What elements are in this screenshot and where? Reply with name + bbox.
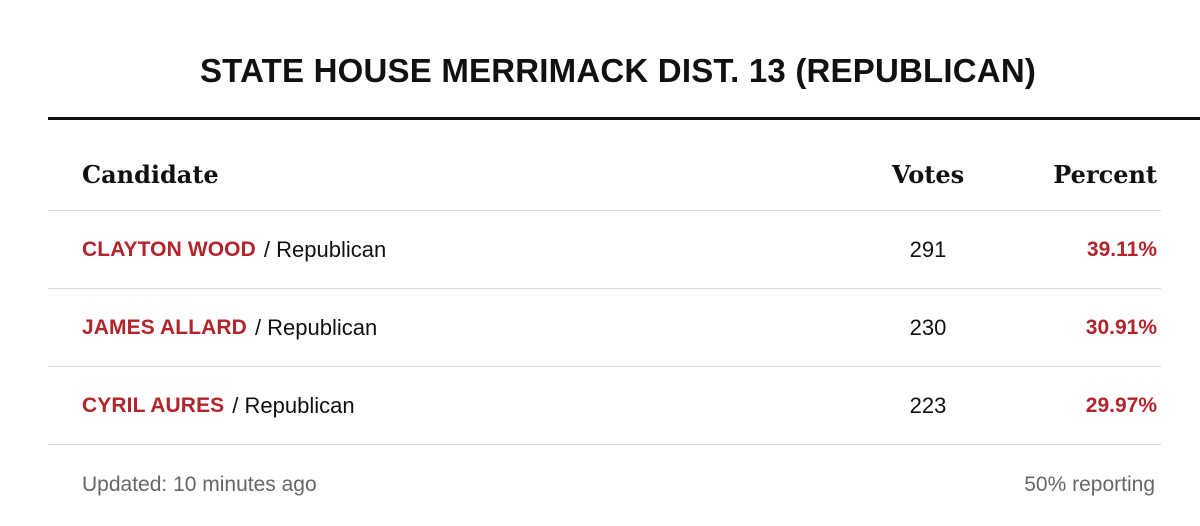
table-row: JAMES ALLARD / Republican 230 30.91% [48, 289, 1161, 367]
results-footer: Updated: 10 minutes ago 50% reporting [48, 473, 1155, 507]
vote-count: 291 [909, 236, 947, 262]
table-row: CYRIL AURES / Republican 223 29.97% [48, 367, 1161, 445]
percent-column-header: Percent [1053, 159, 1157, 189]
vote-count: 223 [909, 392, 947, 418]
table-header-row: Candidate Votes Percent [48, 120, 1161, 211]
table-row: CLAYTON WOOD / Republican 291 39.11% [48, 211, 1161, 289]
race-title: STATE HOUSE MERRIMACK DIST. 13 (REPUBLIC… [199, 52, 1037, 89]
vote-percent: 39.11% [1086, 237, 1157, 261]
updated-timestamp: Updated: 10 minutes ago [82, 473, 317, 496]
candidate-name: JAMES ALLARD [82, 315, 247, 339]
candidate-party: / Republican [263, 236, 387, 262]
vote-percent: 30.91% [1085, 315, 1157, 339]
vote-percent: 29.97% [1085, 393, 1157, 417]
candidate-cell: JAMES ALLARD / Republican [82, 289, 377, 366]
candidate-name: CLAYTON WOOD [82, 237, 256, 261]
candidate-cell: CYRIL AURES / Republican [82, 367, 355, 444]
candidate-cell: CLAYTON WOOD / Republican [82, 211, 386, 288]
candidate-party: / Republican [232, 392, 355, 418]
candidate-name: CYRIL AURES [82, 393, 225, 417]
candidate-party: / Republican [254, 314, 378, 340]
reporting-status: 50% reporting [1024, 473, 1155, 496]
results-table: Candidate Votes Percent CLAYTON WOOD / R… [48, 120, 1161, 445]
votes-column-header: Votes [891, 159, 965, 189]
candidate-column-header: Candidate [82, 159, 219, 189]
vote-count: 230 [909, 314, 947, 340]
